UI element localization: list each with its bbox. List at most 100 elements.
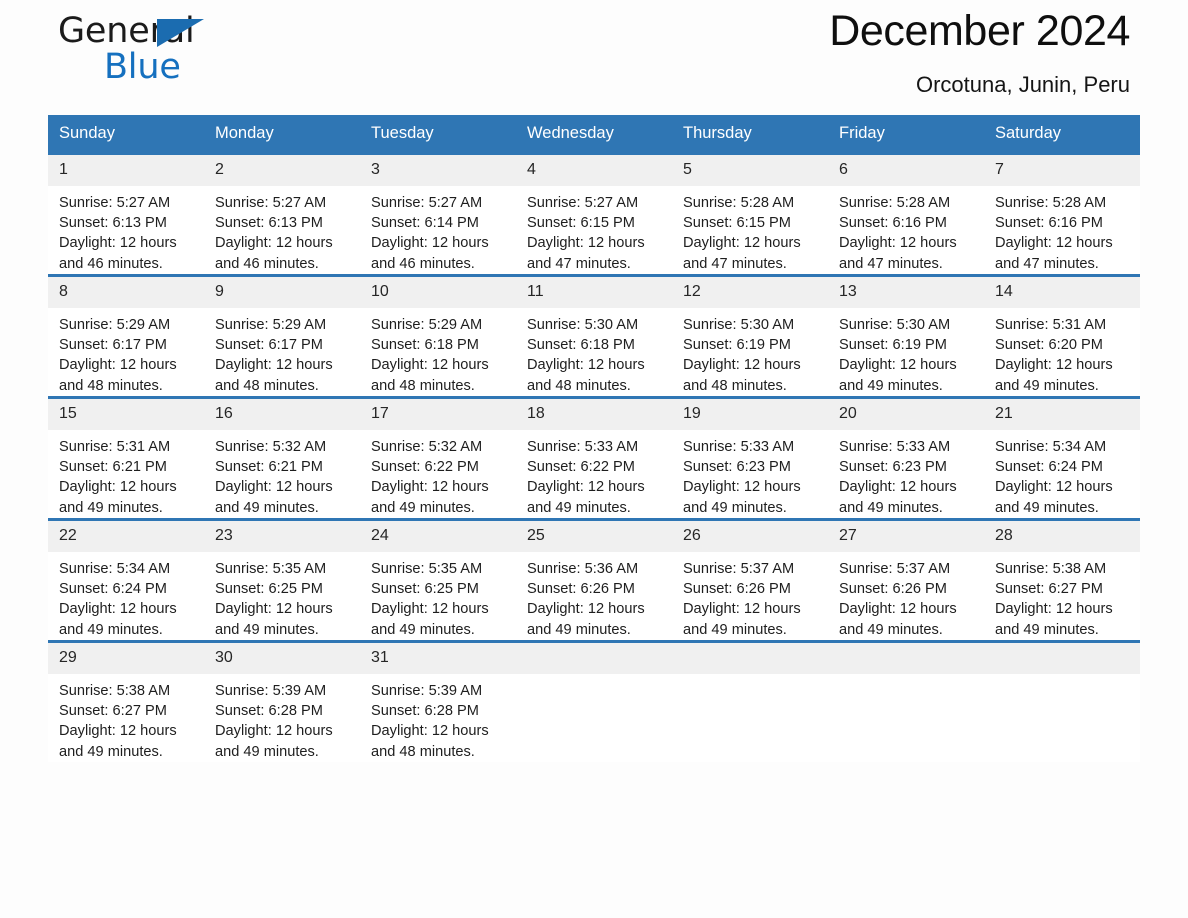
calendar-day-cell[interactable]: 4 Sunrise: 5:27 AM Sunset: 6:15 PM Daylight… (516, 152, 672, 276)
calendar-day-cell[interactable]: 7 Sunrise: 5:28 AM Sunset: 6:16 PM Daylight… (984, 152, 1140, 276)
sunrise-text: Sunrise: 5:29 AM (215, 317, 327, 333)
calendar-day-cell[interactable]: 30 Sunrise: 5:39 AM Sunset: 6:28 PM Dayligh… (204, 640, 360, 762)
sunrise-text: Sunrise: 5:28 AM (995, 195, 1107, 211)
sunset-text: Sunset: 6:26 PM (839, 581, 947, 598)
sunset-text: Sunset: 6:15 PM (527, 215, 635, 232)
location-subtitle: Orcotuna, Junin, Peru (915, 71, 1130, 97)
calendar-day-cell[interactable]: 23 Sunrise: 5:35 AM Sunset: 6:25 PM Dayligh… (204, 518, 360, 642)
weekday-header-thursday: Thursday (672, 115, 828, 154)
calendar-day-cell[interactable]: 26 Sunrise: 5:37 AM Sunset: 6:26 PM Dayligh… (672, 518, 828, 642)
day-number: 21 (984, 399, 1140, 430)
sunrise-text: Sunrise: 5:29 AM (59, 317, 171, 333)
day-details: Sunrise: 5:27 AM Sunset: 6:13 PM Daylight:… (48, 186, 204, 274)
sunset-text: Sunset: 6:18 PM (527, 337, 635, 354)
sunset-text: Sunset: 6:17 PM (215, 337, 323, 354)
daylight-text: Daylight: 12 hours and 49 minutes. (59, 723, 177, 760)
day-details: Sunrise: 5:33 AM Sunset: 6:22 PM Daylight:… (516, 430, 672, 518)
calendar-day-cell[interactable]: 14 Sunrise: 5:31 AM Sunset: 6:20 PM Dayligh… (984, 274, 1140, 398)
daylight-text: Daylight: 12 hours and 49 minutes. (215, 601, 333, 638)
calendar-day-cell[interactable]: 16 Sunrise: 5:32 AM Sunset: 6:21 PM Dayligh… (204, 396, 360, 520)
sunset-text: Sunset: 6:13 PM (215, 215, 323, 232)
calendar-day-cell[interactable]: 11 Sunrise: 5:30 AM Sunset: 6:18 PM Dayligh… (516, 274, 672, 398)
day-number: 14 (984, 277, 1140, 308)
calendar-day-cell[interactable]: 21 Sunrise: 5:34 AM Sunset: 6:24 PM Dayligh… (984, 396, 1140, 520)
calendar-day-cell[interactable]: 10 Sunrise: 5:29 AM Sunset: 6:18 PM Dayligh… (360, 274, 516, 398)
calendar-day-cell[interactable]: 9 Sunrise: 5:29 AM Sunset: 6:17 PM Daylight… (204, 274, 360, 398)
calendar-day-cell[interactable]: 8 Sunrise: 5:29 AM Sunset: 6:17 PM Daylight… (48, 274, 204, 398)
calendar-day-cell[interactable]: 18 Sunrise: 5:33 AM Sunset: 6:22 PM Dayligh… (516, 396, 672, 520)
day-number: 23 (204, 521, 360, 552)
sunset-text: Sunset: 6:24 PM (995, 459, 1103, 476)
day-details: Sunrise: 5:35 AM Sunset: 6:25 PM Daylight:… (204, 552, 360, 640)
day-details: Sunrise: 5:38 AM Sunset: 6:27 PM Daylight:… (48, 674, 204, 762)
day-details: Sunrise: 5:33 AM Sunset: 6:23 PM Daylight:… (828, 430, 984, 518)
day-number: 12 (672, 277, 828, 308)
sunrise-text: Sunrise: 5:31 AM (59, 439, 171, 455)
calendar-day-cell[interactable]: 13 Sunrise: 5:30 AM Sunset: 6:19 PM Dayligh… (828, 274, 984, 398)
sunset-text: Sunset: 6:16 PM (995, 215, 1103, 232)
calendar-week-row: 15 Sunrise: 5:31 AM Sunset: 6:21 PM Dayligh… (48, 396, 1140, 520)
weekday-header-monday: Monday (204, 115, 360, 154)
day-details: Sunrise: 5:30 AM Sunset: 6:18 PM Daylight:… (516, 308, 672, 396)
calendar-day-cell-empty (984, 640, 1140, 762)
daylight-text: Daylight: 12 hours and 49 minutes. (995, 357, 1113, 394)
day-details: Sunrise: 5:31 AM Sunset: 6:20 PM Daylight:… (984, 308, 1140, 396)
calendar-day-cell[interactable]: 29 Sunrise: 5:38 AM Sunset: 6:27 PM Dayligh… (48, 640, 204, 762)
calendar-day-cell[interactable]: 24 Sunrise: 5:35 AM Sunset: 6:25 PM Dayligh… (360, 518, 516, 642)
sunset-text: Sunset: 6:17 PM (59, 337, 167, 354)
calendar-week-row: 8 Sunrise: 5:29 AM Sunset: 6:17 PM Daylight… (48, 274, 1140, 398)
day-details: Sunrise: 5:28 AM Sunset: 6:15 PM Daylight:… (672, 186, 828, 274)
daylight-text: Daylight: 12 hours and 49 minutes. (59, 479, 177, 516)
sunrise-text: Sunrise: 5:33 AM (527, 439, 639, 455)
sunrise-text: Sunrise: 5:30 AM (683, 317, 795, 333)
day-number: 17 (360, 399, 516, 430)
sunrise-text: Sunrise: 5:35 AM (215, 561, 327, 577)
sunrise-text: Sunrise: 5:39 AM (215, 683, 327, 699)
page-title: December 2024 (829, 7, 1130, 55)
calendar-day-cell[interactable]: 19 Sunrise: 5:33 AM Sunset: 6:23 PM Dayligh… (672, 396, 828, 520)
calendar-day-cell[interactable]: 12 Sunrise: 5:30 AM Sunset: 6:19 PM Dayligh… (672, 274, 828, 398)
daylight-text: Daylight: 12 hours and 48 minutes. (683, 357, 801, 394)
day-number: 28 (984, 521, 1140, 552)
day-number: 31 (360, 643, 516, 674)
calendar-day-cell[interactable]: 20 Sunrise: 5:33 AM Sunset: 6:23 PM Dayligh… (828, 396, 984, 520)
sunrise-text: Sunrise: 5:30 AM (527, 317, 639, 333)
daylight-text: Daylight: 12 hours and 46 minutes. (215, 235, 333, 272)
weekday-header-wednesday: Wednesday (516, 115, 672, 154)
day-details: Sunrise: 5:27 AM Sunset: 6:14 PM Daylight:… (360, 186, 516, 274)
calendar-day-cell[interactable]: 27 Sunrise: 5:37 AM Sunset: 6:26 PM Dayligh… (828, 518, 984, 642)
sunset-text: Sunset: 6:27 PM (995, 581, 1103, 598)
day-number: 26 (672, 521, 828, 552)
daylight-text: Daylight: 12 hours and 48 minutes. (371, 357, 489, 394)
calendar-day-cell[interactable]: 25 Sunrise: 5:36 AM Sunset: 6:26 PM Dayligh… (516, 518, 672, 642)
day-details: Sunrise: 5:33 AM Sunset: 6:23 PM Daylight:… (672, 430, 828, 518)
calendar-day-cell[interactable]: 6 Sunrise: 5:28 AM Sunset: 6:16 PM Daylight… (828, 152, 984, 276)
calendar-day-cell[interactable]: 1 Sunrise: 5:27 AM Sunset: 6:13 PM Daylight… (48, 152, 204, 276)
daylight-text: Daylight: 12 hours and 48 minutes. (59, 357, 177, 394)
calendar-day-cell[interactable]: 5 Sunrise: 5:28 AM Sunset: 6:15 PM Daylight… (672, 152, 828, 276)
calendar-day-cell[interactable]: 3 Sunrise: 5:27 AM Sunset: 6:14 PM Daylight… (360, 152, 516, 276)
day-number: 15 (48, 399, 204, 430)
day-details: Sunrise: 5:29 AM Sunset: 6:18 PM Daylight:… (360, 308, 516, 396)
daylight-text: Daylight: 12 hours and 46 minutes. (371, 235, 489, 272)
day-details: Sunrise: 5:29 AM Sunset: 6:17 PM Daylight:… (48, 308, 204, 396)
day-details: Sunrise: 5:30 AM Sunset: 6:19 PM Daylight:… (828, 308, 984, 396)
calendar-day-cell[interactable]: 31 Sunrise: 5:39 AM Sunset: 6:28 PM Dayligh… (360, 640, 516, 762)
daylight-text: Daylight: 12 hours and 49 minutes. (371, 479, 489, 516)
sunrise-text: Sunrise: 5:28 AM (683, 195, 795, 211)
calendar-day-cell[interactable]: 2 Sunrise: 5:27 AM Sunset: 6:13 PM Daylight… (204, 152, 360, 276)
calendar-day-cell[interactable]: 22 Sunrise: 5:34 AM Sunset: 6:24 PM Dayligh… (48, 518, 204, 642)
sunrise-text: Sunrise: 5:27 AM (59, 195, 171, 211)
day-details: Sunrise: 5:28 AM Sunset: 6:16 PM Daylight:… (828, 186, 984, 274)
calendar-day-cell[interactable]: 28 Sunrise: 5:38 AM Sunset: 6:27 PM Dayligh… (984, 518, 1140, 642)
calendar-day-cell[interactable]: 15 Sunrise: 5:31 AM Sunset: 6:21 PM Dayligh… (48, 396, 204, 520)
sunset-text: Sunset: 6:19 PM (683, 337, 791, 354)
sunset-text: Sunset: 6:14 PM (371, 215, 479, 232)
calendar-week-row: 29 Sunrise: 5:38 AM Sunset: 6:27 PM Dayligh… (48, 640, 1140, 762)
day-number: 16 (204, 399, 360, 430)
calendar-day-cell[interactable]: 17 Sunrise: 5:32 AM Sunset: 6:22 PM Dayligh… (360, 396, 516, 520)
day-details: Sunrise: 5:38 AM Sunset: 6:27 PM Daylight:… (984, 552, 1140, 640)
sunset-text: Sunset: 6:21 PM (215, 459, 323, 476)
daylight-text: Daylight: 12 hours and 46 minutes. (59, 235, 177, 272)
sunrise-text: Sunrise: 5:27 AM (527, 195, 639, 211)
